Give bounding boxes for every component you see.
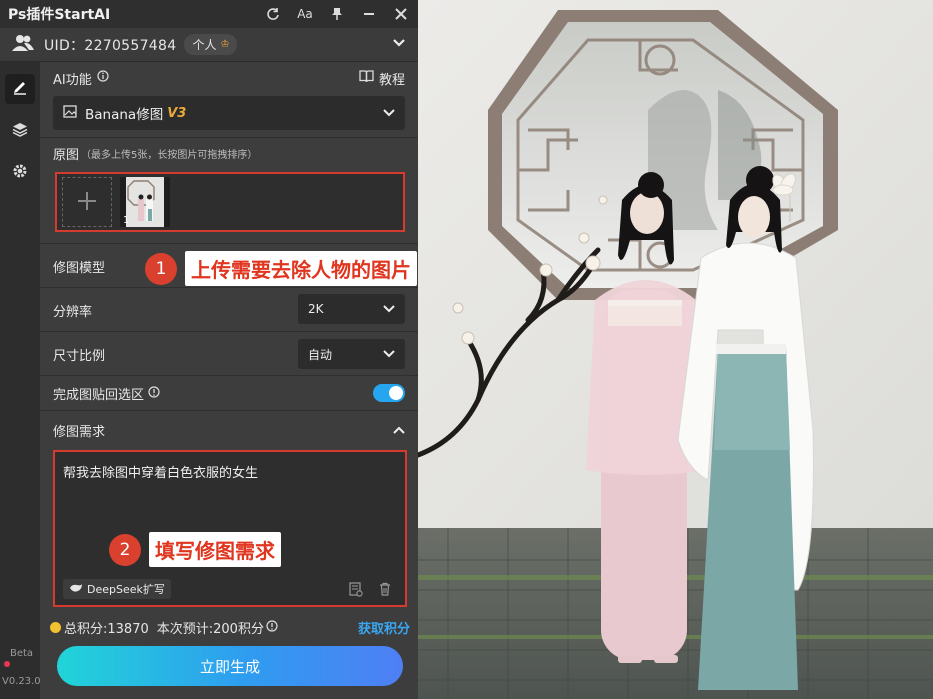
deepseek-whale-icon: [69, 583, 83, 596]
layers-icon: [12, 121, 28, 141]
ai-function-select[interactable]: Banana修图 V3: [53, 96, 405, 130]
tutorial-label: 教程: [378, 72, 405, 88]
ratio-label: 尺寸比例: [53, 348, 106, 364]
image-edit-icon: [63, 104, 77, 122]
requirement-text: 帮我去除图中穿着白色衣服的女生: [63, 466, 259, 481]
source-image-label: 原图: [53, 147, 80, 163]
callout-number: 1: [145, 252, 177, 285]
font-size-icon[interactable]: Aa: [296, 5, 314, 23]
tool-version-badge: V3: [167, 105, 187, 121]
crown-icon: ♔: [220, 39, 230, 50]
resolution-label: 分辨率: [53, 304, 93, 320]
refresh-icon[interactable]: [264, 5, 282, 23]
ai-function-section: AI功能 教程 Banana修图 V3: [40, 62, 418, 138]
points-row: 总积分:13870 本次预计:200积分 获取积分: [50, 618, 410, 637]
book-icon: [359, 69, 374, 87]
requirement-header[interactable]: 修图需求: [40, 411, 418, 449]
app-title: Ps插件StartAI: [8, 7, 111, 23]
get-points-link[interactable]: 获取积分: [358, 618, 410, 637]
minimize-icon[interactable]: [360, 5, 378, 23]
selected-tool-name: Banana修图: [85, 107, 164, 123]
deepseek-expand-button[interactable]: DeepSeek扩写: [63, 579, 171, 599]
source-image-hint: （最多上传5张，长按图片可拖拽排序）: [81, 149, 258, 161]
generate-button[interactable]: 立即生成: [57, 646, 403, 686]
chevron-up-icon[interactable]: [393, 423, 405, 438]
gear-icon: [12, 163, 28, 183]
paste-back-row: 完成图贴回选区: [40, 376, 418, 411]
model-label: 修图模型: [53, 260, 106, 276]
deepseek-label: DeepSeek扩写: [87, 583, 165, 596]
chevron-down-icon: [383, 347, 395, 362]
user-account-row[interactable]: UID：2270557484 个人 ♔: [0, 28, 418, 62]
left-navigation: Beta V0.23.0: [0, 62, 41, 699]
requirement-label: 修图需求: [53, 424, 106, 440]
title-bar: Ps插件StartAI Aa: [0, 0, 418, 28]
close-icon[interactable]: [392, 5, 410, 23]
uploaded-image-thumbnail[interactable]: 1: [120, 177, 170, 227]
resolution-select[interactable]: 2K: [298, 294, 405, 324]
main-panel: AI功能 教程 Banana修图 V3 原图 （最多上传5张，长按图片可拖拽排序…: [40, 62, 418, 699]
ratio-value: 自动: [308, 347, 333, 362]
toggle-knob: [389, 386, 403, 400]
version-info: Beta V0.23.0: [2, 647, 41, 689]
total-points: 总积分:13870: [64, 622, 149, 637]
requirement-textarea[interactable]: 帮我去除图中穿着白色衣服的女生 DeepSeek扩写: [53, 450, 407, 607]
version-label: V0.23.0: [2, 676, 41, 687]
callout-requirement: 2 填写修图需求: [109, 532, 281, 567]
pin-icon[interactable]: [328, 5, 346, 23]
info-icon[interactable]: [148, 385, 160, 402]
paste-back-toggle[interactable]: [373, 384, 405, 402]
beta-label: Beta: [10, 648, 34, 659]
nav-settings[interactable]: [5, 158, 35, 188]
callout-text: 上传需要去除人物的图片: [185, 251, 417, 286]
users-icon: [12, 34, 34, 56]
ratio-row: 尺寸比例 自动: [40, 332, 418, 376]
account-type-label: 个人: [192, 38, 217, 52]
callout-number: 2: [109, 533, 141, 566]
plus-icon: [76, 185, 98, 220]
callout-text: 填写修图需求: [149, 532, 281, 567]
canvas-photo: [418, 0, 933, 699]
nav-layers[interactable]: [5, 116, 35, 146]
add-image-button[interactable]: [62, 177, 112, 227]
prompt-history-icon[interactable]: [349, 582, 363, 601]
resolution-value: 2K: [308, 302, 324, 316]
trash-icon[interactable]: [379, 582, 391, 601]
coin-icon: [50, 622, 61, 633]
callout-upload: 1 上传需要去除人物的图片: [145, 251, 417, 286]
info-icon[interactable]: [266, 619, 278, 636]
info-icon[interactable]: [97, 70, 109, 86]
paste-back-label: 完成图贴回选区: [53, 388, 145, 403]
tutorial-link[interactable]: 教程: [359, 69, 405, 88]
account-type-badge: 个人 ♔: [184, 34, 238, 55]
photoshop-canvas[interactable]: [418, 0, 933, 699]
pencil-icon: [12, 79, 28, 99]
estimate-points: 本次预计:200积分: [156, 622, 264, 637]
chevron-down-icon[interactable]: [392, 37, 406, 52]
chevron-down-icon: [383, 106, 395, 121]
notification-dot: [4, 661, 10, 667]
chevron-down-icon: [383, 302, 395, 317]
ai-function-label: AI功能: [53, 72, 92, 88]
upload-area: 1: [55, 172, 405, 232]
resolution-row: 分辨率 2K: [40, 288, 418, 332]
user-id: UID：2270557484: [44, 37, 177, 54]
ratio-select[interactable]: 自动: [298, 339, 405, 369]
thumbnail-index: 1: [123, 215, 130, 226]
nav-edit[interactable]: [5, 74, 35, 104]
